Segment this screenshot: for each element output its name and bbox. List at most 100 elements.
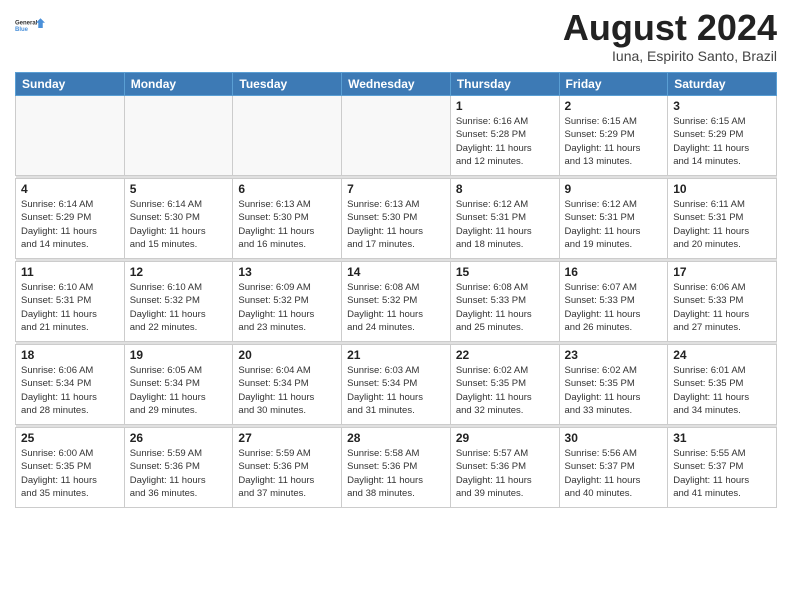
header-monday: Monday — [124, 73, 233, 96]
day-number: 5 — [130, 182, 228, 196]
day-number: 8 — [456, 182, 554, 196]
calendar-cell: 1 Sunrise: 6:16 AM Sunset: 5:28 PM Daylig… — [450, 96, 559, 176]
calendar-week-row: 18Sunrise: 6:06 AM Sunset: 5:34 PM Dayli… — [16, 345, 777, 425]
day-number: 16 — [565, 265, 663, 279]
day-info: Sunrise: 6:02 AM Sunset: 5:35 PM Dayligh… — [456, 364, 554, 417]
calendar-cell: 13 Sunrise: 6:09 AM Sunset: 5:32 PM Dayli… — [233, 262, 342, 342]
calendar-cell: 22 Sunrise: 6:02 AM Sunset: 5:35 PM Dayli… — [450, 345, 559, 425]
day-number: 7 — [347, 182, 445, 196]
day-number: 28 — [347, 431, 445, 445]
day-number: 19 — [130, 348, 228, 362]
weekday-header-row: Sunday Monday Tuesday Wednesday Thursday… — [16, 73, 777, 96]
day-info: Sunrise: 6:13 AM Sunset: 5:30 PM Dayligh… — [347, 198, 445, 251]
calendar-cell — [342, 96, 451, 176]
day-number: 21 — [347, 348, 445, 362]
calendar-cell: 3Sunrise: 6:15 AM Sunset: 5:29 PM Daylig… — [668, 96, 777, 176]
calendar-week-row: 1 Sunrise: 6:16 AM Sunset: 5:28 PM Daylig… — [16, 96, 777, 176]
day-number: 27 — [238, 431, 336, 445]
day-info: Sunrise: 6:13 AM Sunset: 5:30 PM Dayligh… — [238, 198, 336, 251]
day-number: 30 — [565, 431, 663, 445]
calendar-cell — [16, 96, 125, 176]
calendar-cell: 4 Sunrise: 6:14 AM Sunset: 5:29 PM Daylig… — [16, 179, 125, 259]
day-info: Sunrise: 6:10 AM Sunset: 5:32 PM Dayligh… — [130, 281, 228, 334]
title-section: August 2024 Iuna, Espirito Santo, Brazil — [563, 10, 777, 64]
month-year: August 2024 — [563, 10, 777, 46]
day-info: Sunrise: 6:06 AM Sunset: 5:33 PM Dayligh… — [673, 281, 771, 334]
day-number: 25 — [21, 431, 119, 445]
day-number: 4 — [21, 182, 119, 196]
day-number: 9 — [565, 182, 663, 196]
page: GeneralBlue August 2024 Iuna, Espirito S… — [0, 0, 792, 612]
header-friday: Friday — [559, 73, 668, 96]
day-info: Sunrise: 6:03 AM Sunset: 5:34 PM Dayligh… — [347, 364, 445, 417]
calendar-cell: 2 Sunrise: 6:15 AM Sunset: 5:29 PM Daylig… — [559, 96, 668, 176]
day-info: Sunrise: 6:16 AM Sunset: 5:28 PM Dayligh… — [456, 115, 554, 168]
day-info: Sunrise: 5:59 AM Sunset: 5:36 PM Dayligh… — [238, 447, 336, 500]
day-number: 13 — [238, 265, 336, 279]
svg-text:Blue: Blue — [15, 27, 29, 33]
day-number: 2 — [565, 99, 663, 113]
calendar-cell: 18Sunrise: 6:06 AM Sunset: 5:34 PM Dayli… — [16, 345, 125, 425]
header-thursday: Thursday — [450, 73, 559, 96]
day-number: 14 — [347, 265, 445, 279]
calendar-cell: 23 Sunrise: 6:02 AM Sunset: 5:35 PM Dayli… — [559, 345, 668, 425]
day-info: Sunrise: 6:08 AM Sunset: 5:33 PM Dayligh… — [456, 281, 554, 334]
calendar-cell: 12 Sunrise: 6:10 AM Sunset: 5:32 PM Dayli… — [124, 262, 233, 342]
calendar-week-row: 4 Sunrise: 6:14 AM Sunset: 5:29 PM Daylig… — [16, 179, 777, 259]
day-info: Sunrise: 6:00 AM Sunset: 5:35 PM Dayligh… — [21, 447, 119, 500]
day-info: Sunrise: 6:14 AM Sunset: 5:29 PM Dayligh… — [21, 198, 119, 251]
day-number: 26 — [130, 431, 228, 445]
day-info: Sunrise: 6:07 AM Sunset: 5:33 PM Dayligh… — [565, 281, 663, 334]
calendar-cell: 29 Sunrise: 5:57 AM Sunset: 5:36 PM Dayli… — [450, 428, 559, 508]
day-number: 23 — [565, 348, 663, 362]
calendar-cell: 31 Sunrise: 5:55 AM Sunset: 5:37 PM Dayli… — [668, 428, 777, 508]
day-info: Sunrise: 6:15 AM Sunset: 5:29 PM Dayligh… — [673, 115, 771, 168]
calendar-cell: 30Sunrise: 5:56 AM Sunset: 5:37 PM Dayli… — [559, 428, 668, 508]
day-info: Sunrise: 6:08 AM Sunset: 5:32 PM Dayligh… — [347, 281, 445, 334]
day-info: Sunrise: 6:02 AM Sunset: 5:35 PM Dayligh… — [565, 364, 663, 417]
calendar-cell — [233, 96, 342, 176]
day-number: 22 — [456, 348, 554, 362]
day-info: Sunrise: 6:12 AM Sunset: 5:31 PM Dayligh… — [456, 198, 554, 251]
day-info: Sunrise: 6:11 AM Sunset: 5:31 PM Dayligh… — [673, 198, 771, 251]
day-info: Sunrise: 5:57 AM Sunset: 5:36 PM Dayligh… — [456, 447, 554, 500]
calendar-cell: 25 Sunrise: 6:00 AM Sunset: 5:35 PM Dayli… — [16, 428, 125, 508]
calendar-cell: 10 Sunrise: 6:11 AM Sunset: 5:31 PM Dayli… — [668, 179, 777, 259]
logo-icon: GeneralBlue — [15, 10, 45, 40]
calendar-cell: 19 Sunrise: 6:05 AM Sunset: 5:34 PM Dayli… — [124, 345, 233, 425]
day-info: Sunrise: 5:55 AM Sunset: 5:37 PM Dayligh… — [673, 447, 771, 500]
day-number: 29 — [456, 431, 554, 445]
calendar-cell: 16 Sunrise: 6:07 AM Sunset: 5:33 PM Dayli… — [559, 262, 668, 342]
day-number: 17 — [673, 265, 771, 279]
calendar-cell: 8 Sunrise: 6:12 AM Sunset: 5:31 PM Daylig… — [450, 179, 559, 259]
calendar-week-row: 11Sunrise: 6:10 AM Sunset: 5:31 PM Dayli… — [16, 262, 777, 342]
day-number: 11 — [21, 265, 119, 279]
calendar: Sunday Monday Tuesday Wednesday Thursday… — [15, 72, 777, 508]
calendar-cell: 11Sunrise: 6:10 AM Sunset: 5:31 PM Dayli… — [16, 262, 125, 342]
day-number: 31 — [673, 431, 771, 445]
day-info: Sunrise: 5:59 AM Sunset: 5:36 PM Dayligh… — [130, 447, 228, 500]
calendar-cell: 5 Sunrise: 6:14 AM Sunset: 5:30 PM Daylig… — [124, 179, 233, 259]
day-info: Sunrise: 6:01 AM Sunset: 5:35 PM Dayligh… — [673, 364, 771, 417]
day-info: Sunrise: 6:05 AM Sunset: 5:34 PM Dayligh… — [130, 364, 228, 417]
calendar-cell: 14 Sunrise: 6:08 AM Sunset: 5:32 PM Dayli… — [342, 262, 451, 342]
calendar-cell: 24Sunrise: 6:01 AM Sunset: 5:35 PM Dayli… — [668, 345, 777, 425]
calendar-cell: 28Sunrise: 5:58 AM Sunset: 5:36 PM Dayli… — [342, 428, 451, 508]
calendar-cell: 26 Sunrise: 5:59 AM Sunset: 5:36 PM Dayli… — [124, 428, 233, 508]
calendar-cell: 17 Sunrise: 6:06 AM Sunset: 5:33 PM Dayli… — [668, 262, 777, 342]
day-number: 20 — [238, 348, 336, 362]
day-info: Sunrise: 6:09 AM Sunset: 5:32 PM Dayligh… — [238, 281, 336, 334]
day-number: 10 — [673, 182, 771, 196]
header: GeneralBlue August 2024 Iuna, Espirito S… — [15, 10, 777, 64]
day-info: Sunrise: 6:15 AM Sunset: 5:29 PM Dayligh… — [565, 115, 663, 168]
calendar-cell: 6Sunrise: 6:13 AM Sunset: 5:30 PM Daylig… — [233, 179, 342, 259]
day-number: 15 — [456, 265, 554, 279]
calendar-cell: 20 Sunrise: 6:04 AM Sunset: 5:34 PM Dayli… — [233, 345, 342, 425]
day-info: Sunrise: 6:04 AM Sunset: 5:34 PM Dayligh… — [238, 364, 336, 417]
day-number: 1 — [456, 99, 554, 113]
calendar-cell: 9Sunrise: 6:12 AM Sunset: 5:31 PM Daylig… — [559, 179, 668, 259]
day-info: Sunrise: 6:06 AM Sunset: 5:34 PM Dayligh… — [21, 364, 119, 417]
day-info: Sunrise: 6:14 AM Sunset: 5:30 PM Dayligh… — [130, 198, 228, 251]
calendar-cell: 7 Sunrise: 6:13 AM Sunset: 5:30 PM Daylig… — [342, 179, 451, 259]
day-number: 12 — [130, 265, 228, 279]
